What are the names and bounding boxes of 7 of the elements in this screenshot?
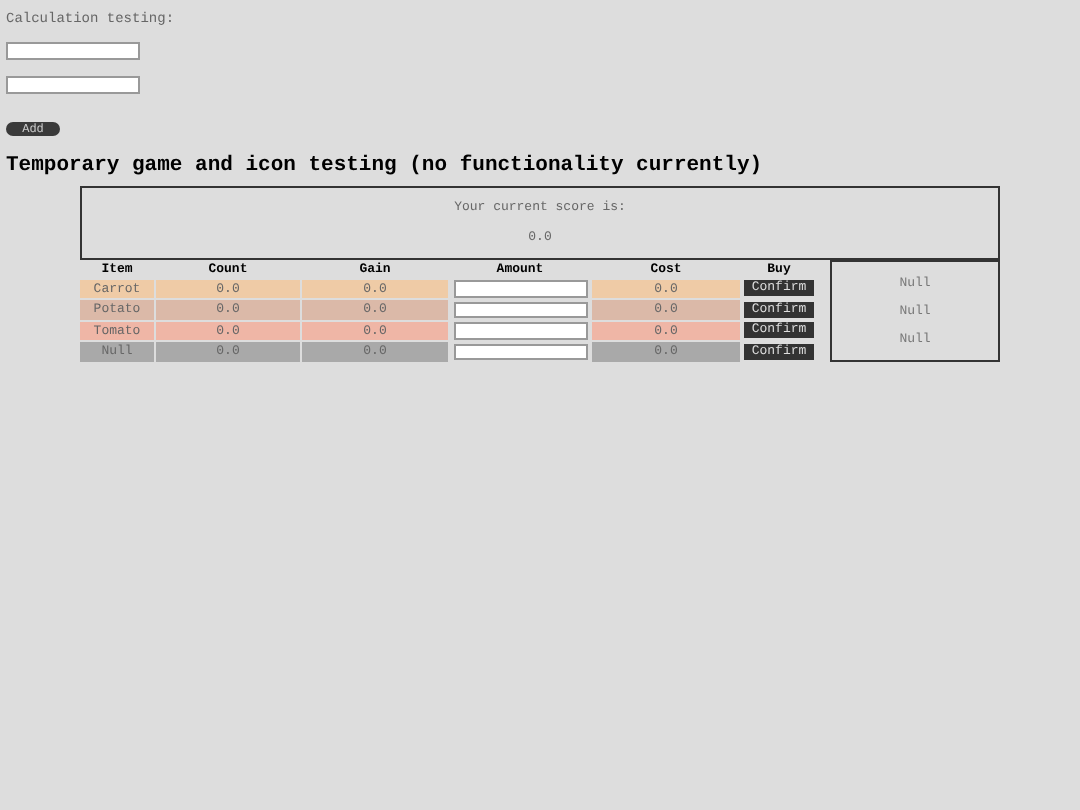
amount-field[interactable] xyxy=(453,280,587,297)
input-field[interactable] xyxy=(6,76,140,94)
amount-field[interactable] xyxy=(453,301,587,318)
amount-field[interactable] xyxy=(453,322,587,339)
input-field[interactable] xyxy=(6,42,140,60)
heading: Temporary game and icon testing (no functionality currently) xyxy=(6,152,765,180)
amount-field[interactable] xyxy=(453,343,587,360)
